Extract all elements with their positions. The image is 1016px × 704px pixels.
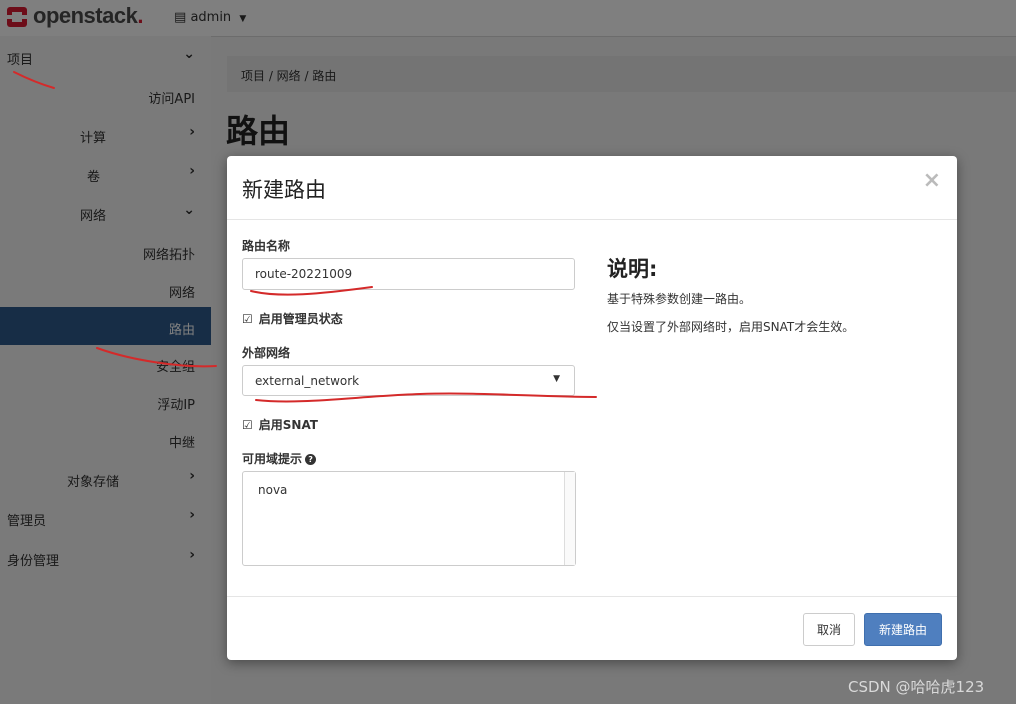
description-text: 仅当设置了外部网络时，启用SNAT才会生效。: [607, 320, 855, 334]
snat-checkbox-row[interactable]: ☑ 启用SNAT: [242, 416, 318, 433]
description-text: 基于特殊参数创建一路由。: [607, 292, 752, 306]
watermark: CSDN @哈哈虎123: [848, 678, 985, 696]
modal-title: 新建路由: [242, 178, 326, 202]
caret-down-icon: ▼: [553, 374, 560, 384]
modal-header: 新建路由 ×: [227, 156, 957, 220]
create-router-button[interactable]: 新建路由: [864, 613, 942, 646]
admin-state-label: 启用管理员状态: [258, 312, 343, 326]
close-icon[interactable]: ×: [923, 168, 941, 193]
external-network-select[interactable]: external_network ▼: [242, 365, 575, 396]
listbox-option[interactable]: nova: [258, 483, 287, 497]
question-circle-icon[interactable]: ?: [305, 454, 317, 465]
checkbox-checked-icon[interactable]: ☑: [242, 312, 253, 326]
az-hint-label-text: 可用域提示: [242, 452, 303, 466]
admin-state-checkbox-row[interactable]: ☑ 启用管理员状态: [242, 310, 343, 327]
router-name-input[interactable]: [242, 258, 575, 290]
description-title: 说明:: [607, 257, 658, 281]
external-network-value: external_network: [255, 374, 360, 388]
modal-footer: 取消 新建路由: [227, 596, 957, 661]
az-hint-label: 可用域提示?: [242, 450, 317, 467]
cancel-button[interactable]: 取消: [803, 613, 855, 646]
router-name-label: 路由名称: [242, 239, 291, 253]
external-network-label: 外部网络: [242, 346, 291, 360]
availability-zone-listbox[interactable]: nova: [242, 471, 576, 566]
listbox-scrollbar[interactable]: [564, 472, 575, 565]
create-router-dialog: 新建路由 × 路由名称 ☑ 启用管理员状态 外部网络 external_netwo…: [227, 156, 957, 660]
snat-label: 启用SNAT: [258, 418, 318, 432]
checkbox-checked-icon[interactable]: ☑: [242, 418, 253, 432]
